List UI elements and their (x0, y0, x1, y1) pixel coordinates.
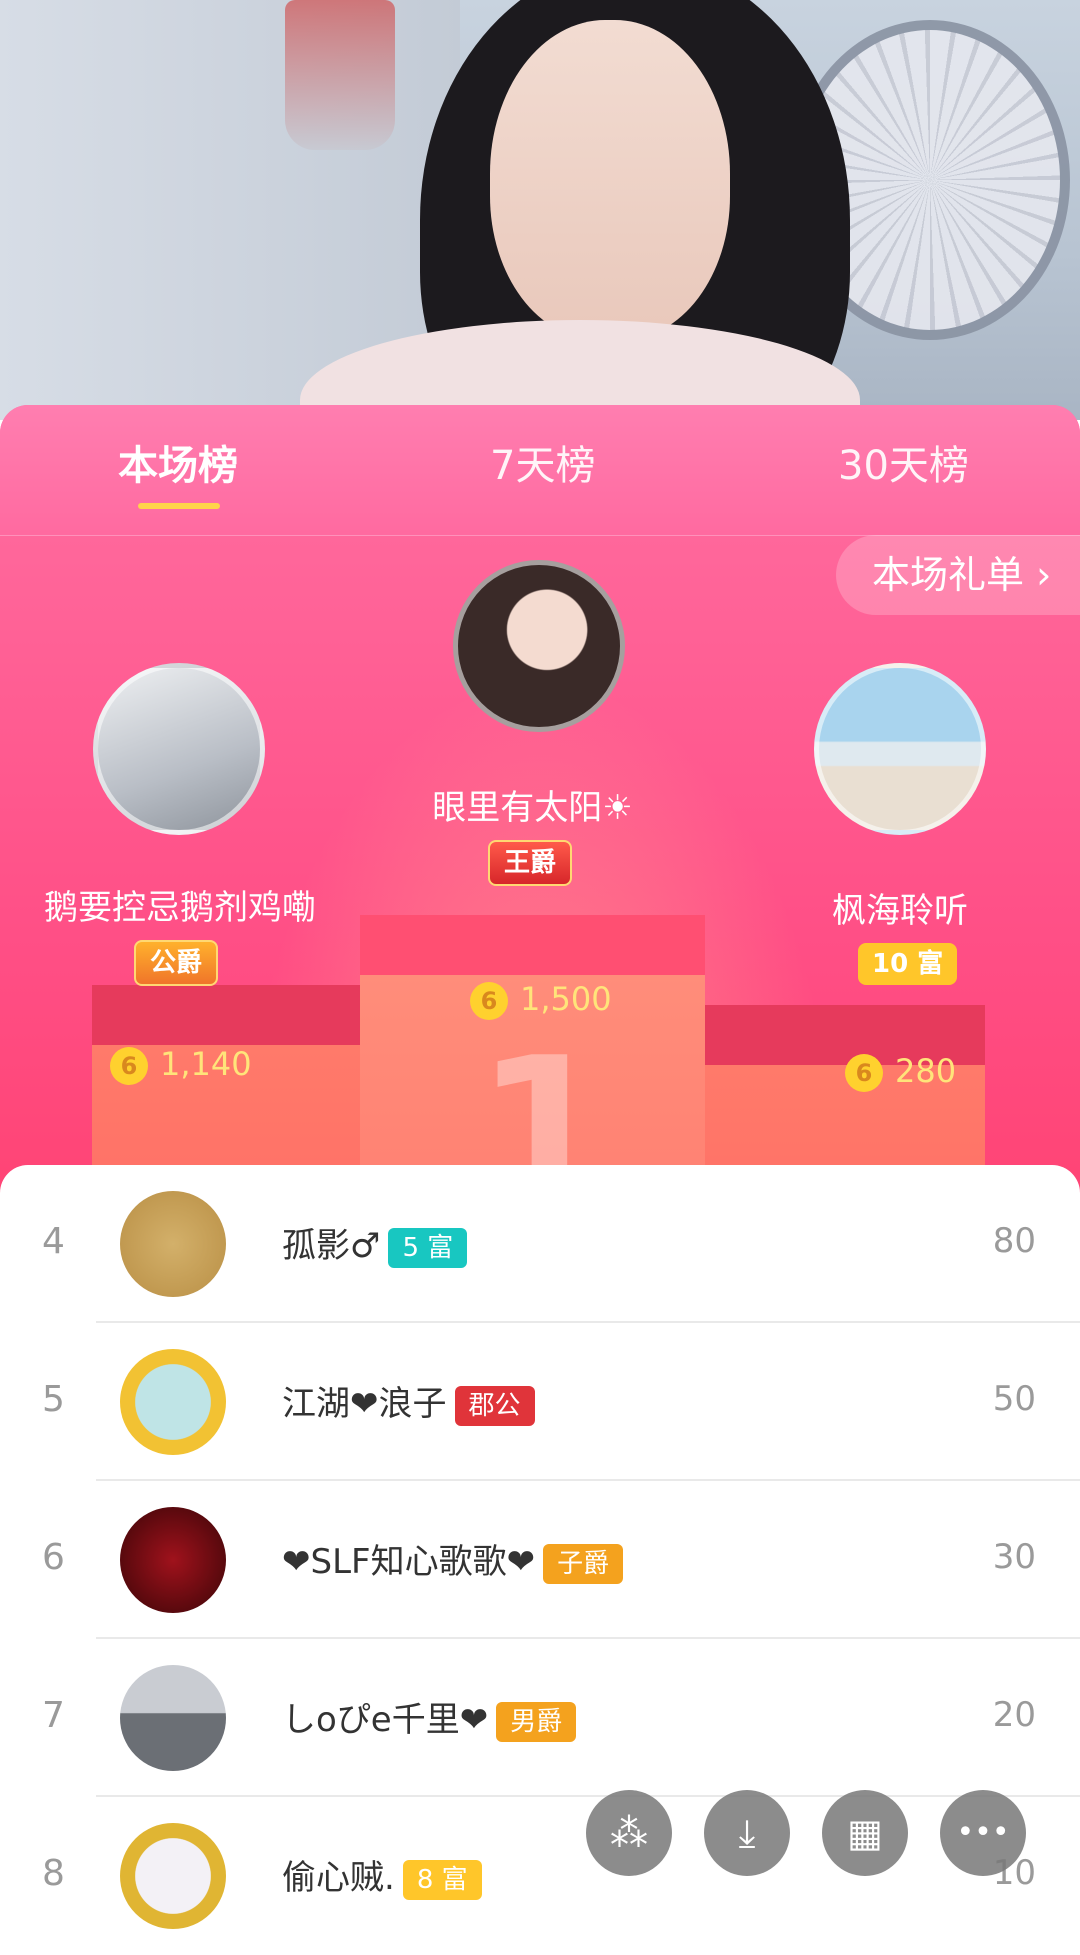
coin-icon: 6 (470, 982, 508, 1020)
avatar[interactable] (120, 1349, 226, 1455)
tab-this-session[interactable]: 本场榜 (118, 433, 238, 491)
level-badge: 子爵 (543, 1543, 624, 1584)
list-item[interactable]: 4 孤影♂ 5 富 80 (0, 1165, 1080, 1323)
more-icon[interactable]: ••• (940, 1790, 1026, 1876)
third-place-coins: 6 280 (845, 1052, 956, 1092)
first-place-name: 眼里有太阳☀ (432, 788, 633, 828)
level-badge: 8 富 (402, 1859, 482, 1900)
active-tab-indicator (138, 503, 220, 509)
user-name: 偷心贼. (282, 1858, 395, 1898)
list-item[interactable]: 7 しoぴe千里❤ 男爵 20 (0, 1639, 1080, 1797)
list-item-name: 江湖❤浪子 郡公 (282, 1376, 535, 1426)
list-item-name: 孤影♂ 5 富 (282, 1218, 468, 1268)
podium-second-top (92, 985, 372, 1045)
list-item[interactable]: 5 江湖❤浪子 郡公 50 (0, 1323, 1080, 1481)
third-place-name: 枫海聆听 (832, 891, 968, 931)
list-item[interactable]: 8 偷心贼. 8 富 10 (0, 1797, 1080, 1955)
coin-icon: 6 (110, 1047, 148, 1085)
streamer-face (490, 20, 730, 340)
rank-list: 4 孤影♂ 5 富 80 5 江湖❤浪子 郡公 50 6 ❤SLF知心歌歌❤ 子爵 3… (0, 1165, 1080, 1929)
rank-number: 6 (42, 1537, 65, 1578)
user-name: 江湖❤浪子 (282, 1384, 447, 1424)
gift-list-button[interactable]: 本场礼单 › (836, 535, 1080, 615)
rank-number: 4 (42, 1221, 65, 1262)
level-badge: 郡公 (454, 1385, 535, 1426)
second-place-avatar[interactable] (93, 663, 265, 835)
video-lamp (285, 0, 395, 150)
avatar[interactable] (120, 1191, 226, 1297)
download-icon[interactable]: ⤓ (704, 1790, 790, 1876)
level-badge: 5 富 (388, 1227, 468, 1268)
tab-30-days[interactable]: 30天榜 (838, 433, 969, 491)
rank-number: 8 (42, 1853, 65, 1894)
user-name: しoぴe千里❤ (282, 1700, 489, 1740)
score: 80 (992, 1221, 1036, 1261)
coin-icon: 6 (845, 1054, 883, 1092)
ranking-tabs: 本场榜 7天榜 30天榜 (0, 405, 1080, 536)
score: 20 (992, 1695, 1036, 1735)
avatar[interactable] (120, 1665, 226, 1771)
podium-first-top (360, 915, 705, 975)
first-place-rank-badge: 王爵 (488, 840, 573, 886)
score: 30 (992, 1537, 1036, 1577)
second-place-coins: 6 1,140 (110, 1045, 252, 1085)
list-item[interactable]: 6 ❤SLF知心歌歌❤ 子爵 30 (0, 1481, 1080, 1639)
second-place-coin-value: 1,140 (160, 1045, 252, 1083)
spark-icon[interactable]: ⁂ (586, 1790, 672, 1876)
third-place-coin-value: 280 (895, 1052, 957, 1090)
rank-number: 5 (42, 1379, 65, 1420)
level-badge: 男爵 (496, 1701, 577, 1742)
rank-number: 7 (42, 1695, 65, 1736)
third-place-avatar[interactable] (814, 663, 986, 835)
list-item-name: 偷心贼. 8 富 (282, 1850, 482, 1900)
user-name: 孤影♂ (282, 1226, 381, 1266)
user-name: ❤SLF知心歌歌❤ (282, 1542, 536, 1582)
live-video (0, 0, 1080, 420)
grid-icon[interactable]: ▦ (822, 1790, 908, 1876)
avatar[interactable] (120, 1507, 226, 1613)
avatar[interactable] (120, 1823, 226, 1929)
list-item-name: ❤SLF知心歌歌❤ 子爵 (282, 1534, 624, 1584)
list-item-name: しoぴe千里❤ 男爵 (282, 1692, 577, 1742)
third-place-rank-badge: 10 富 (858, 943, 958, 985)
first-place-avatar[interactable] (453, 560, 625, 732)
score: 50 (992, 1379, 1036, 1419)
first-place-coins: 6 1,500 (470, 980, 612, 1020)
first-place-coin-value: 1,500 (520, 980, 612, 1018)
second-place-name: 鹅要控忌鹅剂鸡嘞 (44, 888, 316, 928)
second-place-rank-badge: 公爵 (134, 940, 219, 986)
tab-7-days[interactable]: 7天榜 (490, 433, 595, 491)
